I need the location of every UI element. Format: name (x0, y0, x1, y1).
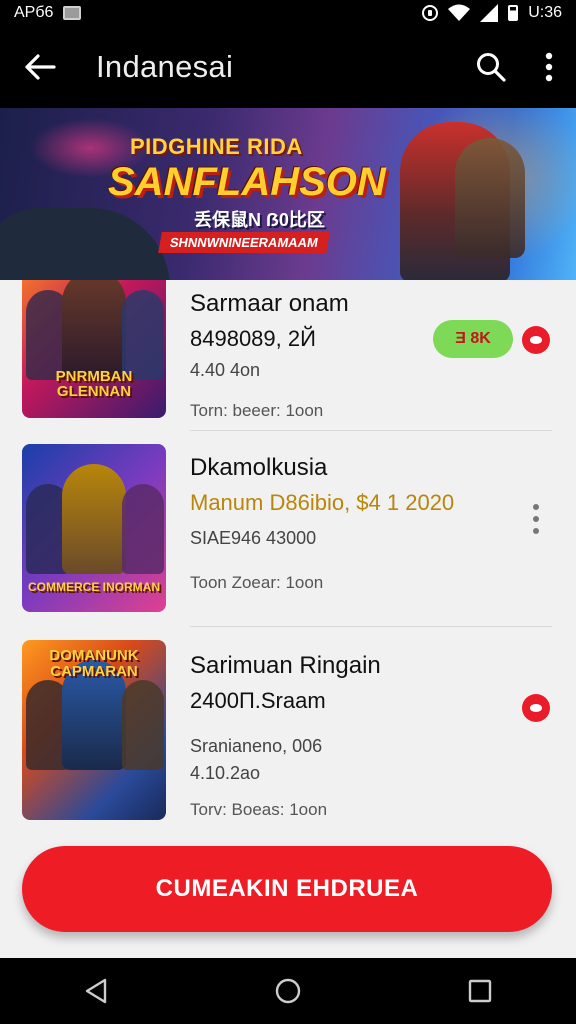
item-line: Manum D86ibio, $4 1 2020 (190, 490, 455, 515)
item-meta: Toon Zoear: 1oon (190, 573, 324, 592)
item-meta: Torn: beeer: 1oon (190, 401, 324, 420)
thumb-figure (122, 680, 164, 770)
carrier-text: APб6 (14, 4, 54, 21)
thumb-figure (122, 290, 164, 380)
battery-icon (508, 5, 519, 21)
item-more-button[interactable] (526, 504, 546, 534)
overflow-menu-button[interactable] (522, 26, 576, 108)
search-button[interactable] (460, 26, 522, 108)
banner-line4: SHNNWNINEERAMAAM (158, 232, 330, 253)
thumb-figure (122, 484, 164, 574)
price-badge[interactable]: Ǝ 8K (433, 320, 513, 358)
item-title: Dkamolkusia (190, 454, 328, 481)
thumb-label: DOMANUNK CAPMARAN (49, 647, 139, 680)
banner-line2: SANFLAHSON (108, 160, 386, 204)
game-list: PNRMBAN GLENNAN Sarmaar onam 8498089, 2Й… (0, 280, 576, 840)
record-icon[interactable] (522, 326, 550, 354)
nav-home-button[interactable] (258, 961, 318, 1021)
app-bar: Indanesai (0, 26, 576, 108)
list-item[interactable]: COMMERCE INORMAN Dkamolkusia Manum D86ib… (0, 430, 576, 626)
item-line: 4.40 4on (190, 360, 261, 380)
banner-line1: PIDGHINE RIDA (130, 134, 303, 159)
record-icon[interactable] (522, 694, 550, 722)
thumb-label: COMMERCE INORMAN (28, 580, 160, 595)
page-title: Indanesai (96, 49, 234, 84)
item-meta: Torv: Boeas: 1oon (190, 800, 328, 819)
image-notification-icon (63, 6, 82, 20)
square-recents-icon (468, 979, 492, 1003)
item-info: Dkamolkusia Manum D86ibio, $4 1 2020 SIA… (190, 454, 454, 593)
nav-recents-button[interactable] (450, 961, 510, 1021)
alarm-icon (422, 5, 439, 21)
item-line: 8498089, 2Й (190, 326, 316, 351)
circle-home-icon (275, 978, 301, 1004)
back-button[interactable] (0, 26, 80, 108)
item-title: Sarmaar onam (190, 290, 349, 317)
more-vert-icon (545, 52, 553, 82)
game-thumbnail: PNRMBAN GLENNAN (22, 280, 166, 418)
banner-hero-art (455, 138, 525, 258)
system-nav-bar (0, 958, 576, 1024)
thumb-label: PNRMBAN GLENNAN (55, 367, 133, 401)
signal-icon (480, 4, 499, 22)
list-item[interactable]: DOMANUNK CAPMARAN Sarimuan Ringain 2400П… (0, 626, 576, 826)
banner-mech-art (0, 208, 170, 280)
list-item[interactable]: PNRMBAN GLENNAN Sarmaar onam 8498089, 2Й… (0, 280, 576, 430)
item-title: Sarimuan Ringain (190, 652, 381, 679)
item-info: Sarimuan Ringain 2400П.Sraam Sranianeno,… (190, 652, 381, 820)
status-bar: APб6 U:36 (0, 0, 576, 26)
back-arrow-icon (25, 54, 56, 80)
triangle-back-icon (85, 978, 107, 1004)
primary-action-button[interactable]: CUMEAKIN EHDRUEA (22, 846, 552, 932)
wifi-icon (448, 4, 471, 21)
item-line: 4.10.2ao (190, 763, 261, 783)
search-icon (477, 53, 506, 82)
thumb-figure (62, 464, 126, 574)
item-line: SIAE946 43000 (190, 528, 317, 548)
banner-line3: 丢保鼠N ẞ0比区 (194, 210, 325, 230)
nav-back-button[interactable] (66, 961, 126, 1021)
thumb-figure (62, 280, 126, 380)
promo-banner[interactable]: PIDGHINE RIDA SANFLAHSON 丢保鼠N ẞ0比区 SHNNW… (0, 108, 576, 280)
item-info: Sarmaar onam 8498089, 2Й 4.40 4on Torn: … (190, 290, 349, 421)
item-line: Sranianeno, 006 (190, 736, 323, 756)
game-thumbnail: COMMERCE INORMAN (22, 444, 166, 612)
item-line: 2400П.Sraam (190, 688, 326, 713)
clock-text: U:36 (528, 4, 562, 21)
game-thumbnail: DOMANUNK CAPMARAN (22, 640, 166, 820)
